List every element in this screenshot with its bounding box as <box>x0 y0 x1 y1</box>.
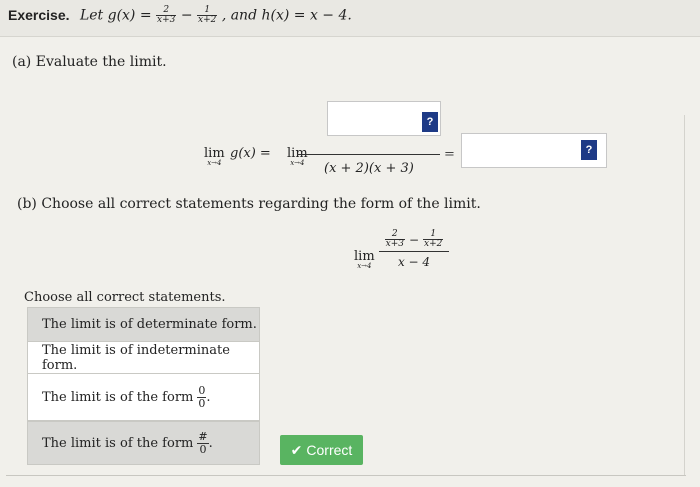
option-number-over-zero[interactable]: The limit is of the form # 0 . <box>27 421 260 465</box>
b-frac1-den: x+3 <box>385 239 404 249</box>
limit-b-expression: 2 x+3 − 1 x+2 x − 4 <box>379 230 449 269</box>
option-zero-over-zero[interactable]: The limit is of the form 0 0 . <box>27 373 260 421</box>
result-help-button[interactable]: ? <box>581 140 597 160</box>
limit-operator-left: lim x→4 <box>204 146 225 167</box>
b-fraction-2: 1 x+2 <box>423 230 444 249</box>
frac-den: 0 <box>199 442 207 456</box>
correct-status-badge: ✔ Correct <box>280 435 363 465</box>
exercise-statement: Exercise. Let g(x) = 2 x+3 − 1 x+2 , and… <box>8 6 352 25</box>
frac-den: 0 <box>198 396 206 410</box>
g-frac1-den: x+3 <box>157 15 176 25</box>
limit-b-denominator: x − 4 <box>397 255 431 269</box>
denominator-expression: (x + 2)(x + 3) <box>324 161 414 176</box>
limit-b-numerator: 2 x+3 − 1 x+2 <box>379 230 449 252</box>
part-b-title: (b) Choose all correct statements regard… <box>17 196 481 212</box>
option-indeterminate-form[interactable]: The limit is of indeterminate form. <box>27 341 260 374</box>
numerator-help-button[interactable]: ? <box>422 112 438 132</box>
option-label: The limit is of the form <box>42 389 194 405</box>
b-fraction-1: 2 x+3 <box>384 230 405 249</box>
h-definition: , and h(x) = x − 4. <box>221 7 352 24</box>
page-fold-line <box>684 115 685 475</box>
limit-operator-b: lim x→4 <box>354 249 375 270</box>
b-minus: − <box>408 232 420 247</box>
exercise-label: Exercise. <box>8 6 70 23</box>
g-fraction-1: 2 x+3 <box>156 6 177 25</box>
option-label: The limit is of indeterminate form. <box>42 342 230 373</box>
correct-label: Correct <box>306 442 353 458</box>
limit-operator-right: lim x→4 <box>287 146 308 167</box>
g-of-x-label: g(x) = <box>230 146 271 161</box>
g-frac2-den: x+2 <box>198 15 217 25</box>
g-fraction-2: 1 x+2 <box>197 6 218 25</box>
option-determinate-form[interactable]: The limit is of determinate form. <box>27 307 260 342</box>
equals-sign: = <box>444 147 455 162</box>
number-over-zero-fraction: # 0 <box>197 430 209 456</box>
fraction-bar <box>297 154 440 155</box>
g-minus: − <box>180 7 193 24</box>
zero-over-zero-fraction: 0 0 <box>197 384 207 410</box>
option-label: The limit is of determinate form. <box>42 317 257 332</box>
b-frac2-den: x+2 <box>424 239 443 249</box>
part-a-title: (a) Evaluate the limit. <box>12 54 167 70</box>
choose-statements-label: Choose all correct statements. <box>24 290 226 305</box>
option-label: The limit is of the form <box>42 435 194 451</box>
bottom-divider <box>6 475 686 476</box>
g-definition-prefix: Let g(x) = <box>79 7 152 24</box>
check-icon: ✔ <box>290 441 303 458</box>
